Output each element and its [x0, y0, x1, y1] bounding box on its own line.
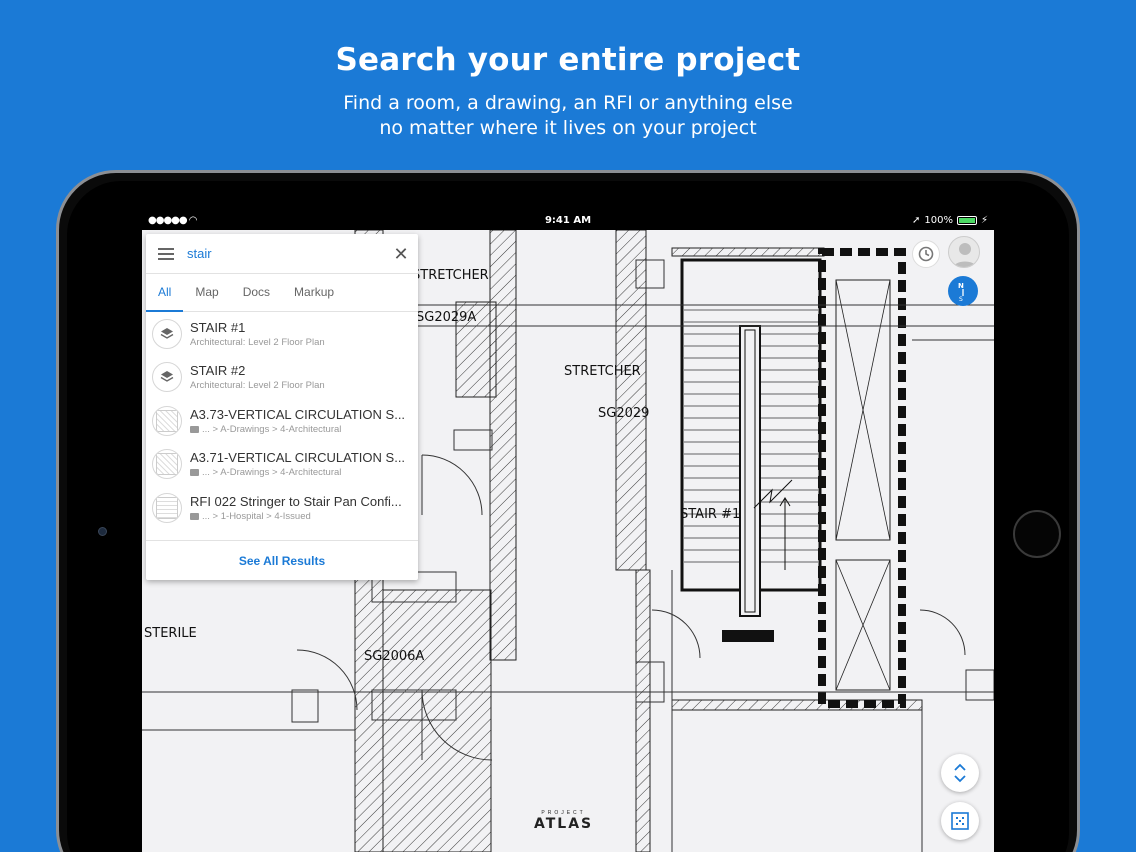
battery-icon — [956, 216, 977, 225]
battery-percent: 100% — [924, 215, 953, 226]
drawing-thumbnail-icon — [152, 405, 182, 436]
result-item[interactable]: RFI 022 Stringer to Stair Pan Confi... .… — [146, 486, 418, 530]
search-results: STAIR #1 Architectural: Level 2 Floor Pl… — [146, 312, 418, 530]
tab-map[interactable]: Map — [183, 274, 230, 312]
layers-icon — [152, 318, 182, 349]
plan-label-stretcher-2: STRETCHER — [564, 364, 641, 379]
search-panel: stair ✕ All Map Docs Markup STAIR #1 Arc… — [146, 234, 418, 580]
status-bar: ●●●●● ◠ 9:41 AM ➚ 100% ⚡ — [142, 212, 994, 230]
promo-subline-1: Find a room, a drawing, an RFI or anythi… — [343, 92, 793, 114]
svg-text:S: S — [959, 296, 963, 302]
result-item[interactable]: STAIR #2 Architectural: Level 2 Floor Pl… — [146, 356, 418, 400]
plan-label-sterile: STERILE — [144, 626, 197, 641]
plan-label-sg2029: SG2029 — [598, 406, 650, 421]
compass-icon[interactable]: NS — [948, 276, 978, 306]
tab-markup[interactable]: Markup — [282, 274, 346, 312]
result-item[interactable]: A3.73-VERTICAL CIRCULATION S... ... > A-… — [146, 399, 418, 443]
result-title: RFI 022 Stringer to Stair Pan Confi... — [190, 493, 402, 509]
folder-icon — [190, 512, 199, 520]
search-tabs: All Map Docs Markup — [146, 274, 418, 312]
result-subtitle: ... > A-Drawings > 4-Architectural — [202, 467, 342, 479]
project-atlas-logo: PROJECT ATLAS — [534, 810, 594, 832]
result-title: A3.71-VERTICAL CIRCULATION S... — [190, 450, 406, 466]
grid-view-button[interactable] — [941, 802, 979, 840]
front-camera — [98, 527, 107, 536]
hamburger-menu-icon[interactable] — [158, 247, 174, 260]
avatar[interactable] — [948, 236, 980, 268]
promo-headline: Search your entire project — [335, 42, 801, 78]
tab-all[interactable]: All — [146, 274, 184, 312]
result-title: STAIR #1 — [190, 319, 246, 335]
result-title: STAIR #2 — [190, 363, 246, 379]
home-button — [1013, 510, 1061, 558]
result-subtitle: ... > 1-Hospital > 4-Issued — [202, 510, 311, 522]
tab-docs[interactable]: Docs — [231, 274, 282, 312]
plan-label-sg2029a: SG2029A — [416, 310, 477, 325]
history-icon[interactable] — [912, 240, 940, 268]
plan-label-stair-1: STAIR #1 — [680, 507, 741, 522]
ipad-screen: ●●●●● ◠ 9:41 AM ➚ 100% ⚡ STRETCHER SG202… — [142, 212, 994, 852]
result-subtitle: ... > A-Drawings > 4-Architectural — [202, 423, 342, 435]
layers-icon — [152, 362, 182, 393]
result-subtitle: Architectural: Level 2 Floor Plan — [190, 380, 325, 392]
document-thumbnail-icon — [152, 492, 182, 523]
charging-icon: ⚡ — [980, 215, 988, 226]
plan-label-stretcher-1: STRETCHER — [412, 268, 489, 283]
see-all-results-button[interactable]: See All Results — [146, 540, 418, 580]
folder-icon — [190, 469, 199, 477]
drawing-thumbnail-icon — [152, 449, 182, 480]
status-time: 9:41 AM — [544, 215, 592, 226]
folder-icon — [190, 425, 199, 433]
plan-label-sg2006a: SG2006A — [364, 649, 425, 664]
page-navigation-button[interactable] — [941, 754, 979, 792]
result-item[interactable]: STAIR #1 Architectural: Level 2 Floor Pl… — [146, 312, 418, 356]
result-item[interactable]: A3.71-VERTICAL CIRCULATION S... ... > A-… — [146, 443, 418, 487]
promo-subline-2: no matter where it lives on your project — [379, 117, 757, 139]
result-subtitle: Architectural: Level 2 Floor Plan — [190, 336, 325, 348]
close-icon[interactable]: ✕ — [392, 245, 410, 263]
location-icon: ➚ — [911, 215, 921, 226]
svg-text:N: N — [958, 282, 964, 290]
search-bar: stair ✕ — [146, 234, 418, 274]
status-right: ➚ 100% ⚡ — [912, 215, 988, 226]
result-title: A3.73-VERTICAL CIRCULATION S... — [190, 406, 406, 422]
search-input[interactable]: stair — [187, 246, 212, 261]
